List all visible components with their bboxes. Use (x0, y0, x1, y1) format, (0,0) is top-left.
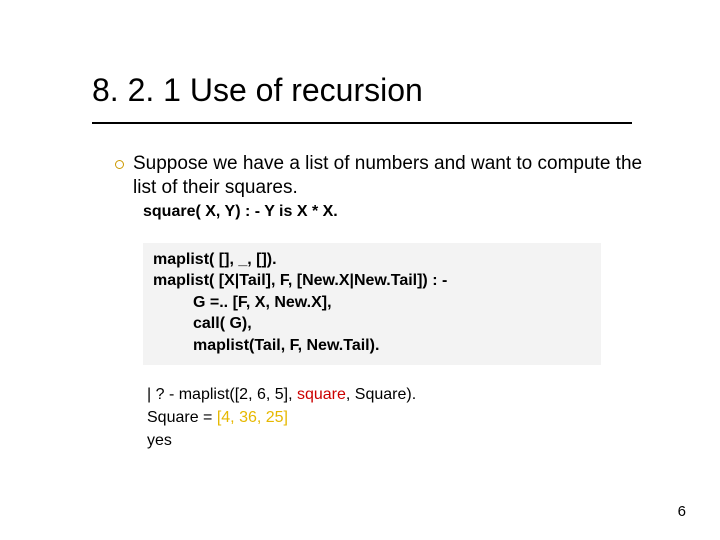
slide-body: Suppose we have a list of numbers and wa… (115, 152, 645, 452)
code-line: maplist( [], _, []). (153, 249, 591, 271)
highlight-red: square (297, 386, 346, 403)
code-line: maplist( [X|Tail], F, [New.X|New.Tail]) … (153, 270, 591, 292)
slide-title: 8. 2. 1 Use of recursion (92, 72, 423, 109)
bullet-marker (115, 152, 133, 172)
result-line: Square = [4, 36, 25] (147, 406, 585, 429)
code-line: call( G), (153, 313, 591, 335)
slide: 8. 2. 1 Use of recursion Suppose we have… (0, 0, 720, 540)
code-maplist-def: maplist( [], _, []). maplist( [X|Tail], … (143, 243, 601, 365)
bullet-text: Suppose we have a list of numbers and wa… (133, 152, 645, 201)
bullet-item: Suppose we have a list of numbers and wa… (115, 152, 645, 201)
code-square-def: square( X, Y) : - Y is X * X. (143, 203, 645, 221)
highlight-yellow: [4, 36, 25] (217, 409, 288, 426)
page-number: 6 (678, 503, 686, 520)
query-result: | ? - maplist([2, 6, 5], square, Square)… (143, 383, 585, 453)
code-line: G =.. [F, X, New.X], (153, 292, 591, 314)
result-line: yes (147, 429, 585, 452)
title-underline (92, 122, 632, 124)
code-line: maplist(Tail, F, New.Tail). (153, 335, 591, 357)
result-line: | ? - maplist([2, 6, 5], square, Square)… (147, 383, 585, 406)
